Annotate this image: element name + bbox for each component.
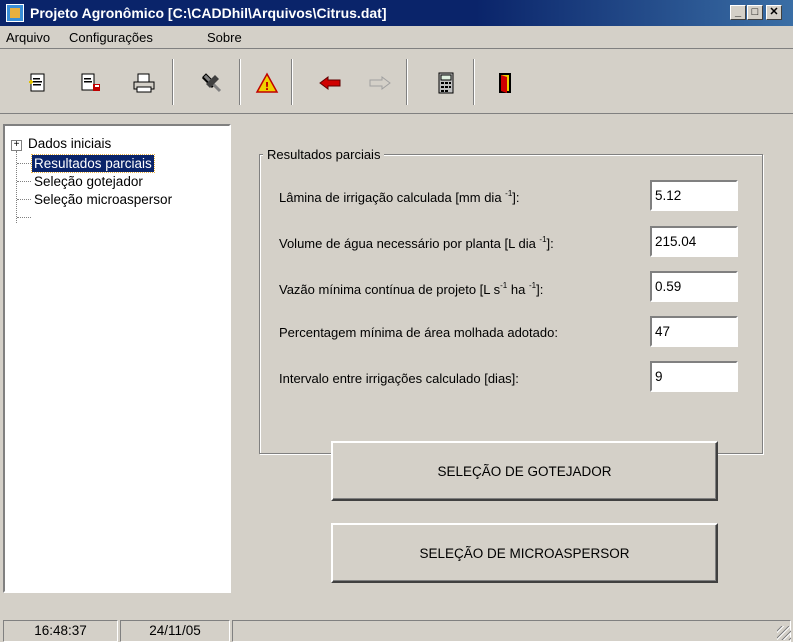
svg-text:!: ! bbox=[264, 80, 269, 93]
close-button[interactable]: ✕ bbox=[766, 5, 782, 20]
tree-connector bbox=[17, 199, 31, 200]
field-label-vazao: Vazão mínima contínua de projeto [L s-1 … bbox=[279, 281, 544, 297]
exit-door-icon[interactable] bbox=[491, 69, 519, 97]
toolbar-separator bbox=[291, 59, 293, 105]
navigation-tree[interactable]: + Dados iniciais Resultados parciais Sel… bbox=[3, 124, 231, 593]
tree-expand-icon[interactable]: + bbox=[11, 140, 22, 151]
maximize-button[interactable]: □ bbox=[747, 5, 763, 20]
status-message bbox=[232, 620, 791, 642]
field-label-intervalo: Intervalo entre irrigações calculado [di… bbox=[279, 371, 519, 386]
menu-arquivo[interactable]: Arquivo bbox=[6, 30, 50, 45]
selecao-microaspersor-button[interactable]: SELEÇÃO DE MICROASPERSOR bbox=[331, 523, 718, 583]
field-label-percentagem: Percentagem mínima de área molhada adota… bbox=[279, 325, 558, 340]
calculator-icon[interactable] bbox=[432, 69, 460, 97]
warning-icon[interactable]: ! bbox=[253, 69, 281, 97]
back-arrow-icon[interactable] bbox=[316, 69, 344, 97]
toolbar-separator bbox=[172, 59, 174, 105]
tree-connector bbox=[16, 151, 17, 223]
toolbar-separator bbox=[406, 59, 408, 105]
vazao-input[interactable] bbox=[650, 271, 738, 302]
field-label-lamina: Lâmina de irrigação calculada [mm dia -1… bbox=[279, 189, 520, 205]
volume-input[interactable] bbox=[650, 226, 738, 257]
menu-sobre[interactable]: Sobre bbox=[207, 30, 242, 45]
menu-bar: Arquivo Configurações Sobre bbox=[0, 26, 793, 48]
selecao-gotejador-button[interactable]: SELEÇÃO DE GOTEJADOR bbox=[331, 441, 718, 501]
save-document-icon[interactable] bbox=[77, 69, 105, 97]
status-bar: 16:48:37 24/11/05 bbox=[0, 618, 793, 642]
window-title: Projeto Agronômico [C:\CADDhil\Arquivos\… bbox=[30, 5, 387, 21]
menu-configuracoes[interactable]: Configurações bbox=[69, 30, 153, 45]
lamina-input[interactable] bbox=[650, 180, 738, 211]
forward-arrow-icon[interactable] bbox=[366, 69, 394, 97]
tree-connector bbox=[17, 181, 31, 182]
tree-connector bbox=[17, 217, 31, 218]
percentagem-input[interactable] bbox=[650, 316, 738, 347]
status-time: 16:48:37 bbox=[3, 620, 118, 642]
field-label-volume: Volume de água necessário por planta [L … bbox=[279, 235, 554, 251]
resize-grip[interactable] bbox=[777, 626, 791, 640]
groupbox-title: Resultados parciais bbox=[263, 147, 385, 162]
tools-icon[interactable] bbox=[198, 69, 226, 97]
toolbar: ! bbox=[0, 48, 793, 114]
new-document-icon[interactable] bbox=[24, 69, 52, 97]
app-icon[interactable] bbox=[6, 4, 24, 22]
print-icon[interactable] bbox=[130, 69, 158, 97]
toolbar-separator bbox=[473, 59, 475, 105]
toolbar-separator bbox=[239, 59, 241, 105]
status-date: 24/11/05 bbox=[120, 620, 230, 642]
tree-connector bbox=[17, 163, 31, 164]
intervalo-input[interactable] bbox=[650, 361, 738, 392]
minimize-button[interactable]: _ bbox=[730, 5, 746, 20]
title-bar: Projeto Agronômico [C:\CADDhil\Arquivos\… bbox=[0, 0, 793, 26]
